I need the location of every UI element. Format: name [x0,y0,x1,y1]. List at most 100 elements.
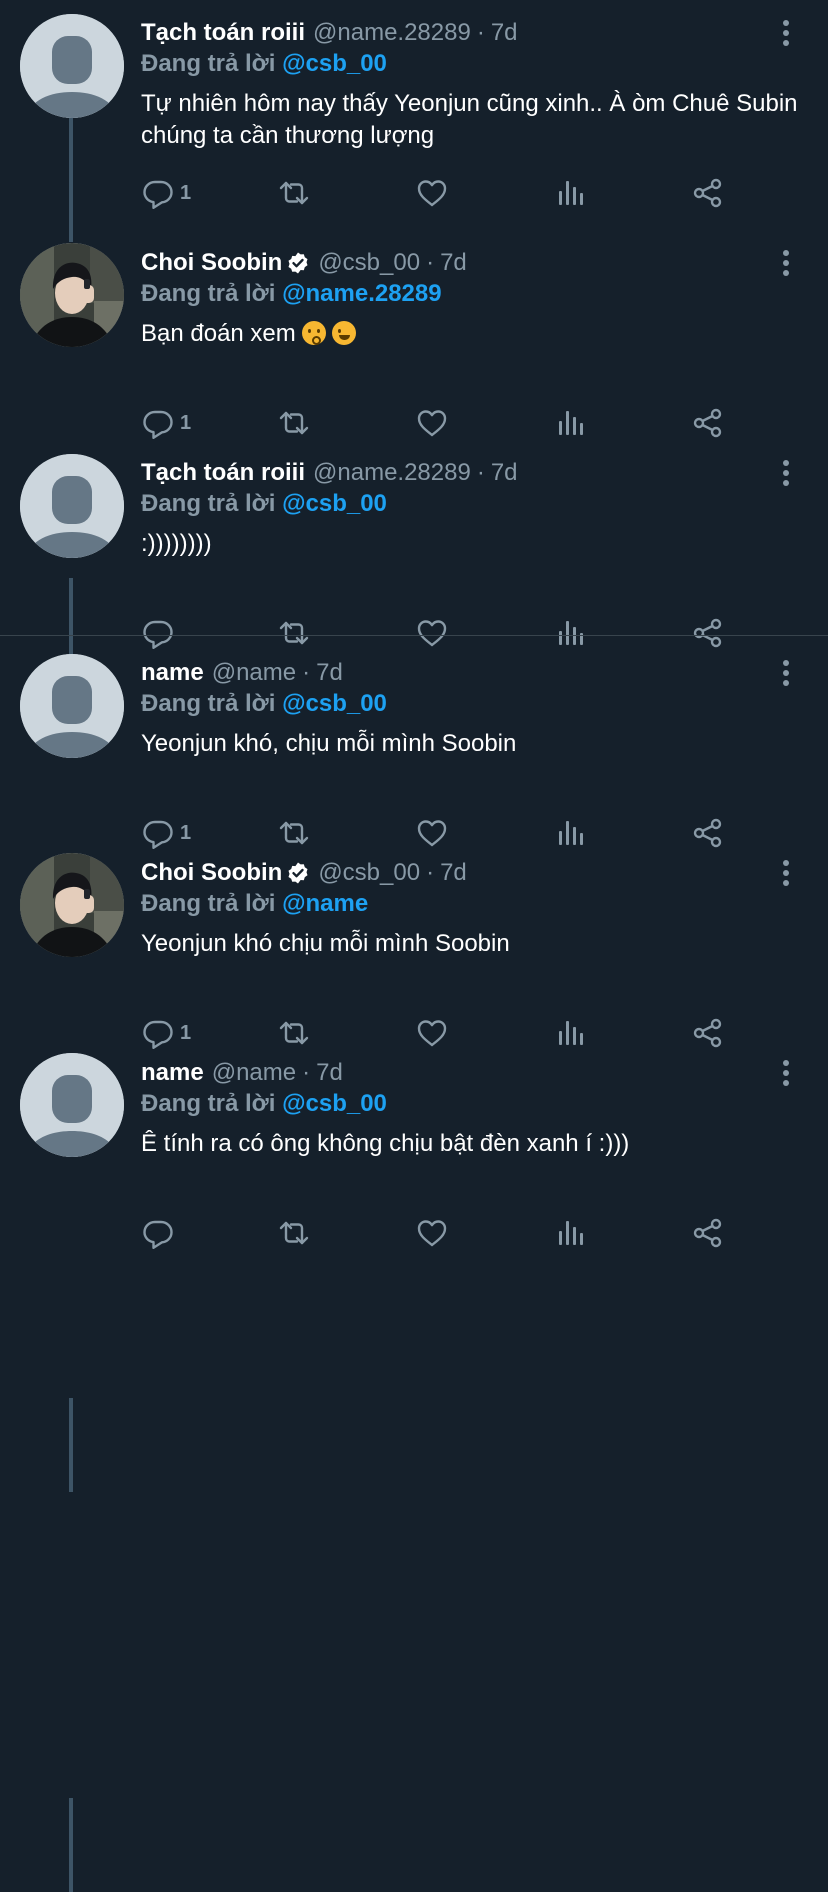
separator-dot: · [302,1059,311,1086]
user-handle[interactable]: @name.28289 [313,19,471,47]
more-options-icon[interactable] [772,458,800,488]
reply-icon [142,407,174,439]
conversation-divider [0,635,828,636]
more-options-icon[interactable] [772,858,800,888]
avatar[interactable] [20,14,124,118]
default-avatar-icon [20,1053,124,1157]
tweet-text: Bạn đoán xem [141,318,811,350]
tweet[interactable]: name @name · 7d Đang trả lời @csb_00 Ê t… [0,1040,828,1240]
tweet-header: Tạch toán roiii @name.28289 · 7d [141,16,518,50]
mention-link[interactable]: @name [282,890,368,917]
user-handle[interactable]: @name [212,659,296,687]
winking-face-emoji [332,321,357,345]
display-name[interactable]: name [141,1059,204,1087]
timestamp[interactable]: 7d [316,659,343,687]
user-handle[interactable]: @name [212,1059,296,1087]
replying-to: Đang trả lời @csb_00 [141,50,387,78]
display-name[interactable]: Choi Soobin [141,249,282,277]
share-icon [692,177,724,209]
separator-dot: · [426,249,435,276]
timestamp[interactable]: 7d [491,459,518,487]
thread-line [69,1398,73,1492]
display-name[interactable]: name [141,659,204,687]
replying-prefix: Đang trả lời [141,690,276,717]
reply-button[interactable]: 1 [142,175,191,211]
retweet-icon [278,177,310,209]
timestamp[interactable]: 7d [440,859,467,887]
timestamp[interactable]: 7d [440,249,467,277]
share-button[interactable] [692,405,724,441]
user-handle[interactable]: @name.28289 [313,459,471,487]
mention-link[interactable]: @csb_00 [282,50,387,77]
display-name[interactable]: Choi Soobin [141,859,282,887]
user-handle[interactable]: @csb_00 [318,859,420,887]
user-handle[interactable]: @csb_00 [318,249,420,277]
more-options-icon[interactable] [772,658,800,688]
analytics-button[interactable] [555,175,587,211]
separator-dot: · [476,19,485,46]
more-options-icon[interactable] [772,18,800,48]
share-button[interactable] [692,175,724,211]
replying-prefix: Đang trả lời [141,890,276,917]
default-avatar-icon [20,654,124,758]
tweet-text-content: Ê tính ra có ông không chịu bật đèn xanh… [141,1130,630,1157]
avatar[interactable] [20,1053,124,1157]
reply-button[interactable] [142,1215,180,1251]
retweet-icon [278,1217,310,1249]
tweet[interactable]: Choi Soobin @csb_00 · 7d Đang trả lời @n… [0,840,828,1892]
tweet[interactable]: Tạch toán roiii @name.28289 · 7d Đang tr… [0,440,828,640]
mention-link[interactable]: @csb_00 [282,1090,387,1117]
replying-to: Đang trả lời @name [141,890,368,918]
tweet-text: :)))))))) [141,528,811,560]
more-options-icon[interactable] [772,248,800,278]
avatar[interactable] [20,243,124,347]
retweet-button[interactable] [278,175,310,211]
verified-badge-icon [286,861,310,885]
replying-prefix: Đang trả lời [141,490,276,517]
default-avatar-icon [20,454,124,558]
separator-dot: · [426,859,435,886]
more-options-icon[interactable] [772,1058,800,1088]
avatar[interactable] [20,853,124,957]
tweet[interactable]: name @name · 7d Đang trả lời @csb_00 Yeo… [0,640,828,1492]
retweet-icon [278,407,310,439]
reply-count: 1 [180,181,192,204]
mention-link[interactable]: @csb_00 [282,690,387,717]
tweet-text-content: :)))))))) [141,530,212,557]
display-name[interactable]: Tạch toán roiii [141,19,305,47]
replying-to: Đang trả lời @csb_00 [141,1090,387,1118]
replying-prefix: Đang trả lời [141,280,276,307]
avatar[interactable] [20,654,124,758]
tweet-text: Yeonjun khó chịu mỗi mình Soobin [141,928,811,960]
share-icon [692,407,724,439]
tweet-header: name @name · 7d [141,656,343,690]
mention-link[interactable]: @csb_00 [282,490,387,517]
like-icon [416,1217,448,1249]
separator-dot: · [476,459,485,486]
like-button[interactable] [416,1215,448,1251]
like-button[interactable] [416,175,448,211]
share-button[interactable] [692,1215,724,1251]
default-avatar-icon [20,14,124,118]
tweet[interactable]: Choi Soobin @csb_00 · 7d Đang trả lời @n… [0,230,828,682]
verified-badge-icon [286,251,310,275]
analytics-button[interactable] [555,405,587,441]
tweet-header: Choi Soobin @csb_00 · 7d [141,856,467,890]
tweet-text: Yeonjun khó, chịu mỗi mình Soobin [141,728,811,760]
tweet-text-content: Yeonjun khó chịu mỗi mình Soobin [141,930,510,957]
like-button[interactable] [416,405,448,441]
retweet-button[interactable] [278,1215,310,1251]
mention-link[interactable]: @name.28289 [282,280,442,307]
display-name[interactable]: Tạch toán roiii [141,459,305,487]
replying-prefix: Đang trả lời [141,1090,276,1117]
tweet[interactable]: Tạch toán roiii @name.28289 · 7d Đang tr… [0,0,828,242]
timestamp[interactable]: 7d [491,19,518,47]
reply-button[interactable]: 1 [142,405,191,441]
avatar[interactable] [20,454,124,558]
tweet-text-content: Tự nhiên hôm nay thấy Yeonjun cũng xinh.… [141,90,798,149]
timestamp[interactable]: 7d [316,1059,343,1087]
retweet-button[interactable] [278,405,310,441]
analytics-button[interactable] [555,1215,587,1251]
profile-photo [20,243,124,347]
analytics-icon [555,1217,587,1249]
